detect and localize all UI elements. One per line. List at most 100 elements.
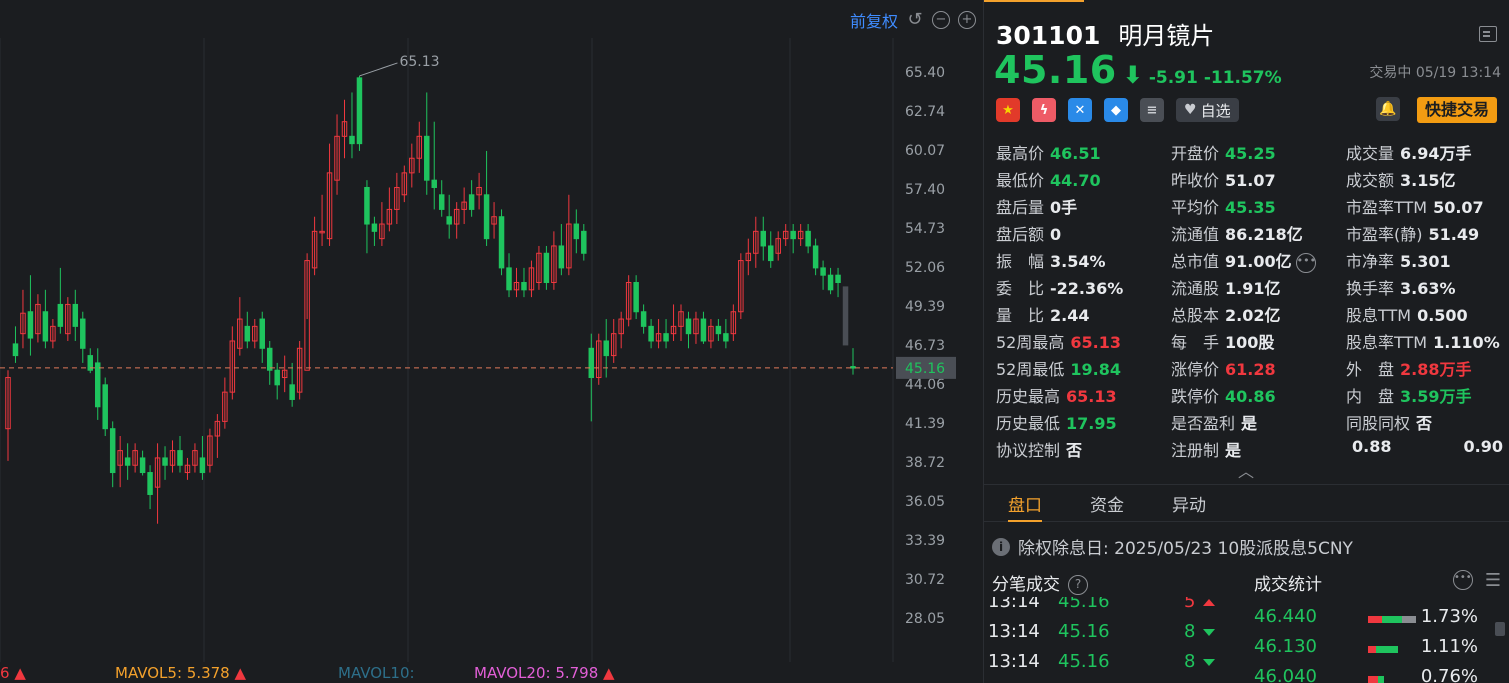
candle [304, 253, 310, 371]
quote-value: 17.95 [1066, 414, 1117, 433]
adjust-mode-button[interactable]: 前复权 [850, 8, 898, 32]
quote-value: 3.59万手 [1400, 387, 1472, 406]
tab-funds[interactable]: 资金 [1066, 485, 1148, 521]
quote-label: 52周最低 [996, 360, 1065, 379]
quote-row: 振 幅 3.54% 总市值 91.00亿 ••• 市净率 5.301 [996, 248, 1506, 275]
tick-time: 13:14 [988, 597, 1040, 612]
quote-label: 最低价 [996, 171, 1045, 190]
quote-cell: 市盈率TTM 50.07 [1346, 194, 1484, 218]
collapse-icon[interactable]: ︿ [1238, 458, 1254, 482]
candle [513, 267, 520, 298]
quote-cell: 盘后量 0手 [996, 194, 1077, 218]
candle [581, 224, 587, 261]
quick-trade-button[interactable]: 快捷交易 [1416, 97, 1497, 123]
candle [715, 319, 722, 341]
quote-value: 3.15亿 [1400, 171, 1456, 190]
candle [139, 450, 146, 476]
candle [72, 289, 79, 341]
candle [416, 121, 423, 173]
candle [835, 267, 841, 298]
document-icon[interactable]: ≡ [1140, 98, 1164, 122]
panel-toggle-icon[interactable] [1479, 26, 1497, 42]
candle [57, 267, 64, 334]
candle [693, 311, 699, 344]
quote-label: 市盈率TTM [1346, 198, 1428, 217]
candle [356, 75, 363, 151]
candle [543, 245, 550, 290]
candle [498, 209, 505, 276]
quote-label: 最高价 [996, 144, 1045, 163]
tick-vol: 5 [1184, 597, 1216, 612]
list-icon[interactable]: ☰ [1485, 570, 1501, 591]
quote-label: 盘后量 [996, 198, 1045, 217]
candle [87, 348, 94, 374]
info-icon: i [992, 537, 1010, 556]
quote-row: 52周最低 19.84 涨停价 61.28 外 盘 2.88万手 [996, 356, 1506, 383]
tick-row: 13:14 45.16 8 [988, 651, 1224, 681]
candle [827, 267, 834, 295]
quote-value: 否 [1066, 441, 1083, 460]
add-watchlist-button[interactable]: ♥ 自选 [1176, 98, 1239, 122]
help-icon[interactable]: ? [1068, 575, 1088, 595]
stat-pct: 1.11% [1420, 636, 1478, 657]
candle [296, 340, 303, 400]
candle [177, 436, 183, 473]
candle [476, 172, 482, 210]
tab-orderbook[interactable]: 盘口 [984, 485, 1066, 522]
quote-value: 86.218亿 [1225, 225, 1303, 244]
zoom-out-icon[interactable]: − [932, 11, 950, 29]
candle [521, 267, 527, 298]
more-icon[interactable]: ••• [1452, 570, 1473, 590]
quote-value: 44.70 [1050, 171, 1101, 190]
candle [27, 275, 34, 356]
bell-icon[interactable]: 🔔 [1376, 97, 1400, 121]
candle [274, 362, 280, 400]
shuffle-icon[interactable]: ✕ [1068, 98, 1092, 122]
quote-label: 同股同权 [1346, 414, 1411, 433]
quote-row: 52周最高 65.13 每 手 100股 股息率TTM 1.110% [996, 329, 1506, 356]
price-change-pct: -11.57% [1203, 68, 1282, 88]
y-tick-label: 60.07 [905, 143, 945, 159]
candle [42, 289, 49, 349]
quote-value: 91.00亿 [1225, 252, 1292, 271]
candle [640, 304, 647, 334]
tick-price: 45.16 [1058, 597, 1110, 612]
candle [753, 216, 759, 268]
quote-label: 流通股 [1171, 279, 1220, 298]
quote-value: 19.84 [1070, 360, 1121, 379]
quote-label: 52周最高 [996, 333, 1065, 352]
peak-price-label: 65.13 [399, 54, 439, 70]
quote-label: 历史最高 [996, 387, 1061, 406]
quote-cell: 外 盘 2.88万手 [1346, 356, 1472, 380]
quote-cell: 量 比 2.44 [996, 302, 1090, 326]
quote-cell: 市盈率(静) 51.49 [1346, 221, 1479, 245]
tag-icon[interactable]: ◆ [1104, 98, 1128, 122]
candle [65, 297, 71, 341]
candle [528, 260, 535, 298]
quote-value: 6.94万手 [1400, 144, 1472, 163]
quote-cell: 跌停价 40.86 [1171, 383, 1276, 407]
flash-icon[interactable]: ϟ [1032, 98, 1056, 122]
more-icon[interactable]: ••• [1295, 252, 1316, 273]
stat-price: 46.440 [1254, 606, 1317, 627]
kline-chart[interactable]: 65.40 62.74 60.07 57.40 54.73 52.06 49.39 46.73… [0, 0, 980, 683]
quote-label: 市净率 [1346, 252, 1395, 271]
candle [655, 319, 662, 349]
scrollbar[interactable] [1495, 622, 1505, 636]
stat-bar [1368, 646, 1398, 653]
candle [603, 319, 609, 378]
candle [438, 180, 445, 217]
quote-row: 最高价 46.51 开盘价 45.25 成交量 6.94万手 [996, 140, 1506, 167]
quote-cell: 盘后额 0 [996, 221, 1061, 245]
kline-chart-area[interactable]: 65.40 62.74 60.07 57.40 54.73 52.06 49.39 46.73… [0, 0, 980, 683]
candle [775, 231, 781, 261]
candle [132, 443, 138, 473]
china-flag-icon[interactable]: ★ [996, 98, 1020, 122]
candle [723, 319, 729, 349]
reset-icon[interactable]: ↺ [906, 11, 924, 29]
zoom-in-icon[interactable]: + [958, 11, 976, 29]
tab-movements[interactable]: 异动 [1148, 485, 1230, 521]
candle [80, 311, 86, 363]
stats-tools: ••• ☰ [1452, 570, 1501, 591]
indicator-fragment-text: 6 [0, 664, 10, 682]
